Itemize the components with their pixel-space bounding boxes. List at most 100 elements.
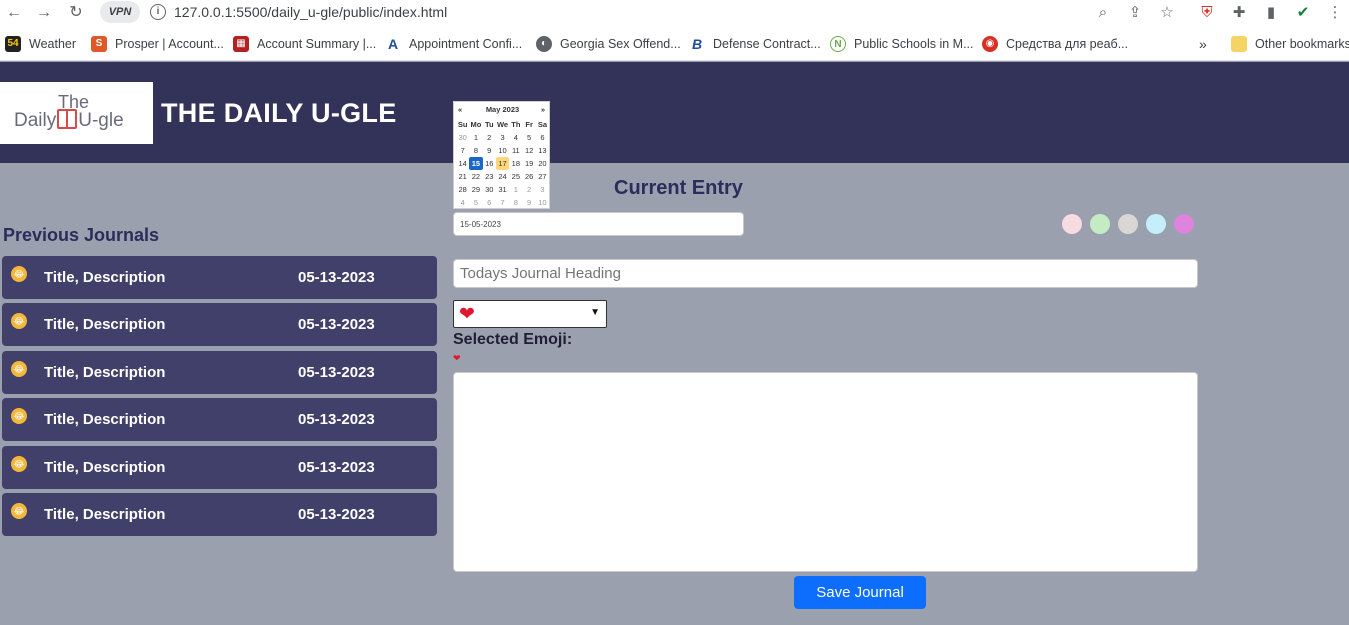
calendar-next-button[interactable]: »	[541, 105, 545, 114]
calendar-month-label[interactable]: May 2023	[454, 105, 551, 115]
calendar-day[interactable]: 2	[522, 183, 535, 196]
calendar-day[interactable]: 7	[456, 144, 469, 157]
address-bar[interactable]: 127.0.0.1:5500/daily_u-gle/public/index.…	[174, 4, 447, 20]
calendar-day[interactable]: 21	[456, 170, 469, 183]
bookmark-item[interactable]: N Public Schools in M...	[830, 35, 974, 53]
journal-list-item[interactable]: 😂 Title, Description 05-13-2023	[2, 398, 437, 442]
save-journal-button[interactable]: Save Journal	[794, 576, 926, 609]
bookmark-item[interactable]: ◐ Georgia Sex Offend...	[536, 35, 681, 53]
calendar-day[interactable]: 20	[536, 157, 549, 170]
bookmark-item[interactable]: S Prosper | Account...	[91, 35, 224, 53]
journal-item-date: 05-13-2023	[298, 505, 375, 523]
calendar-day[interactable]: 31	[496, 183, 509, 196]
date-input[interactable]	[453, 212, 744, 236]
calendar-day[interactable]: 27	[536, 170, 549, 183]
menu-kebab-icon[interactable]: ⋮	[1325, 3, 1345, 23]
calendar-day[interactable]: 6	[536, 131, 549, 144]
calendar-day[interactable]: 9	[483, 144, 496, 157]
calendar-day[interactable]: 6	[483, 196, 496, 209]
back-icon[interactable]: ←	[4, 3, 24, 23]
share-icon[interactable]: ⇪	[1125, 3, 1145, 23]
vpn-badge[interactable]: VPN	[100, 1, 140, 23]
calendar-day[interactable]: 4	[509, 131, 522, 144]
bookmark-item[interactable]: ▦ Account Summary |...	[233, 35, 376, 53]
calendar-day-selected[interactable]: 15	[469, 157, 483, 170]
site-title: THE DAILY U-GLE	[161, 98, 397, 128]
bookmark-item[interactable]: A Appointment Confi...	[385, 35, 522, 53]
more-bookmarks-icon[interactable]: »	[1199, 35, 1207, 53]
journal-list-item[interactable]: 😂 Title, Description 05-13-2023	[2, 350, 437, 394]
calendar-day[interactable]: 18	[509, 157, 522, 170]
journal-body-textarea[interactable]	[453, 372, 1198, 572]
calendar-day[interactable]: 2	[483, 131, 496, 144]
color-option[interactable]	[1118, 214, 1138, 234]
chevron-down-icon: ▼	[590, 307, 600, 318]
calendar-day[interactable]: 7	[496, 196, 509, 209]
calendar-day[interactable]: 5	[522, 131, 535, 144]
bookmark-item[interactable]: ◉ Средства для реаб...	[982, 35, 1128, 53]
calendar-day[interactable]: 10	[536, 196, 549, 209]
calendar-day[interactable]: 1	[509, 183, 522, 196]
calendar-day[interactable]: 30	[483, 183, 496, 196]
security-check-icon[interactable]: ✔	[1293, 3, 1313, 23]
site-logo[interactable]: The Daily U-gle	[0, 82, 153, 144]
color-option[interactable]	[1062, 214, 1082, 234]
calendar-day[interactable]: 11	[509, 144, 522, 157]
journal-list-item[interactable]: 😂 Title, Description 05-13-2023	[2, 303, 437, 347]
color-option[interactable]	[1174, 214, 1194, 234]
journal-list-item[interactable]: 😂 Title, Description 05-13-2023	[2, 492, 437, 536]
calendar-day[interactable]: 3	[536, 183, 549, 196]
calendar-weekday: Tu	[484, 120, 494, 129]
calendar-day[interactable]: 8	[509, 196, 522, 209]
bookmark-label: Georgia Sex Offend...	[560, 37, 681, 51]
calendar-day[interactable]: 9	[522, 196, 535, 209]
bookmark-label: Public Schools in M...	[854, 37, 974, 51]
calendar-day[interactable]: 26	[522, 170, 535, 183]
bookmark-item[interactable]: B Defense Contract...	[689, 35, 821, 53]
calendar-day[interactable]: 8	[469, 144, 482, 157]
calendar-day[interactable]: 12	[522, 144, 535, 157]
extensions-puzzle-icon[interactable]: ✚	[1229, 3, 1249, 23]
calendar-day[interactable]: 1	[469, 131, 482, 144]
calendar-day[interactable]: 5	[469, 196, 482, 209]
calendar-day[interactable]: 24	[496, 170, 509, 183]
journal-item-date: 05-13-2023	[298, 269, 375, 286]
calendar-day-today[interactable]: 17	[495, 157, 510, 170]
emoji-select[interactable]: ❤ ▼	[453, 300, 607, 328]
calendar-day[interactable]: 28	[456, 183, 469, 196]
calendar-day[interactable]: 14	[456, 157, 469, 170]
weather-icon: 54	[5, 36, 21, 52]
bookmark-item[interactable]: 54 Weather	[5, 35, 76, 53]
extension-shield-icon[interactable]: ⛨	[1197, 3, 1217, 23]
calendar-day[interactable]: 16	[483, 157, 496, 170]
calendar-day[interactable]: 13	[536, 144, 549, 157]
calendar-day[interactable]: 4	[456, 196, 469, 209]
calendar-day[interactable]: 29	[469, 183, 482, 196]
site-header: The Daily U-gle THE DAILY U-GLE	[0, 62, 1349, 163]
journal-item-date: 05-13-2023	[298, 411, 375, 429]
color-option[interactable]	[1090, 214, 1110, 234]
browser-toolbar: ← → ↻ VPN i 127.0.0.1:5500/daily_u-gle/p…	[0, 0, 1349, 26]
reload-icon[interactable]: ↻	[66, 3, 86, 23]
calendar-day[interactable]: 10	[496, 144, 509, 157]
side-panel-icon[interactable]: ▮	[1261, 3, 1281, 23]
calendar-day[interactable]: 19	[522, 157, 535, 170]
site-info-icon[interactable]: i	[150, 4, 166, 20]
journal-heading-input[interactable]	[453, 259, 1198, 288]
forward-icon[interactable]: →	[34, 3, 54, 23]
journal-list-item[interactable]: 😂 Title, Description 05-13-2023	[2, 445, 437, 489]
heart-icon: ❤	[459, 304, 475, 325]
journal-item-title: Title, Description	[44, 269, 166, 286]
bookmark-label: Prosper | Account...	[115, 37, 224, 51]
bookmark-star-icon[interactable]: ☆	[1157, 3, 1177, 23]
other-bookmarks[interactable]: Other bookmarks	[1231, 35, 1349, 53]
calendar-day[interactable]: 30	[456, 131, 469, 144]
calendar-day[interactable]: 22	[469, 170, 482, 183]
zoom-icon[interactable]: ⌕	[1093, 3, 1113, 23]
journal-list-item[interactable]: 😂 Title, Description 05-13-2023	[2, 256, 437, 299]
calendar-day[interactable]: 25	[509, 170, 522, 183]
color-option[interactable]	[1146, 214, 1166, 234]
calendar-day[interactable]: 23	[483, 170, 496, 183]
calendar-day[interactable]: 3	[496, 131, 509, 144]
laughing-emoji-icon: 😂	[11, 266, 27, 282]
